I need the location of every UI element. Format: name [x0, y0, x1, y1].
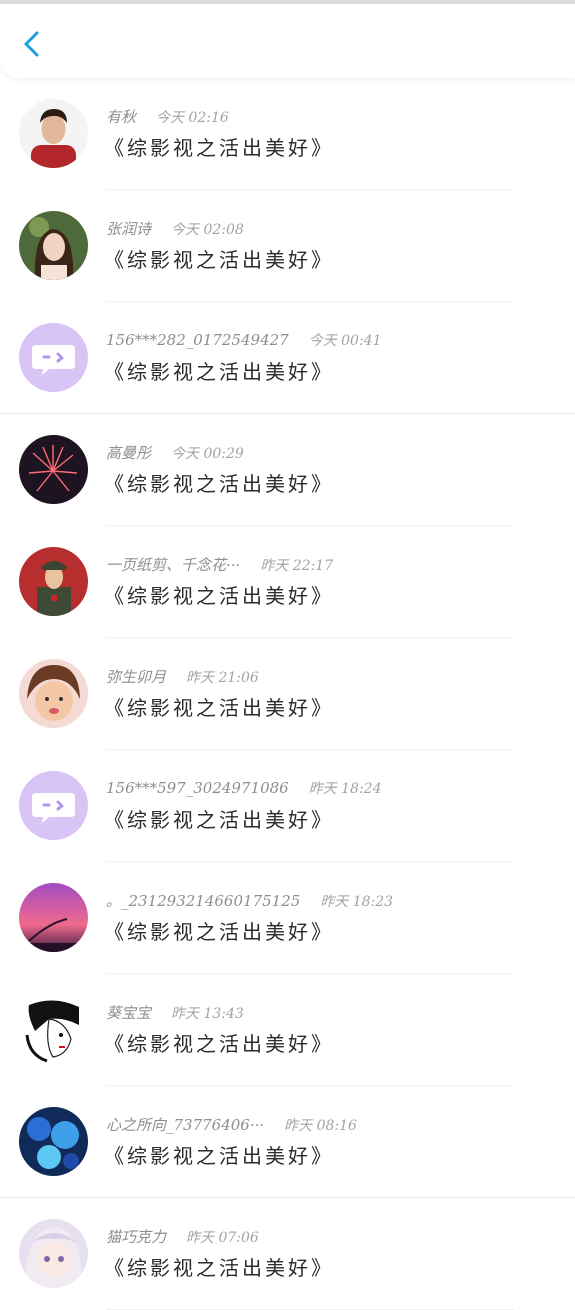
message-text: 《综影视之活出美好》: [104, 808, 334, 832]
message-text: 《综影视之活出美好》: [104, 1144, 334, 1168]
sender-name: 心之所向_73776406···: [106, 1116, 265, 1134]
message-time: 昨天 18:24: [308, 781, 382, 797]
sender-meta: 。_231293214660175125 昨天 18:23: [106, 890, 393, 911]
message-item[interactable]: 张润诗 今天 02:08 《综影视之活出美好》: [0, 190, 575, 302]
message-time: 昨天 13:43: [171, 1006, 244, 1022]
sender-meta: 156***597_3024971086 昨天 18:24: [106, 778, 382, 798]
message-item[interactable]: 葵宝宝 昨天 13:43 《综影视之活出美好》: [0, 974, 575, 1086]
message-item[interactable]: 高曼彤 今天 00:29 《综影视之活出美好》: [0, 414, 575, 526]
message-time: 今天 02:08: [171, 222, 244, 238]
header-bar: [0, 4, 575, 78]
avatar[interactable]: [19, 995, 88, 1064]
message-item[interactable]: 心之所向_73776406··· 昨天 08:16 《综影视之活出美好》: [0, 1086, 575, 1198]
message-item[interactable]: 。_231293214660175125 昨天 18:23 《综影视之活出美好》: [0, 862, 575, 974]
sender-name: 猫巧克力: [106, 1228, 167, 1246]
sender-name: 有秋: [106, 108, 137, 126]
message-time: 昨天 08:16: [284, 1118, 357, 1134]
sender-name: 葵宝宝: [106, 1004, 152, 1022]
message-time: 今天 00:29: [171, 446, 244, 462]
sender-meta: 高曼彤 今天 00:29: [106, 442, 244, 463]
sender-name: 156***597_3024971086: [106, 779, 289, 797]
message-item[interactable]: 一页纸剪、千念花··· 昨天 22:17 《综影视之活出美好》: [0, 526, 575, 638]
avatar[interactable]: [19, 211, 88, 280]
message-time: 昨天 18:23: [320, 894, 394, 910]
message-text: 《综影视之活出美好》: [104, 584, 334, 608]
avatar[interactable]: [19, 1107, 88, 1176]
sender-name: 弥生卯月: [106, 668, 167, 686]
message-text: 《综影视之活出美好》: [104, 1256, 334, 1280]
message-text: 《综影视之活出美好》: [104, 696, 334, 720]
avatar[interactable]: [19, 771, 88, 840]
message-item[interactable]: 156***282_0172549427 今天 00:41 《综影视之活出美好》: [0, 302, 575, 414]
message-time: 今天 02:16: [156, 110, 229, 126]
message-text: 《综影视之活出美好》: [104, 360, 334, 384]
sender-meta: 有秋 今天 02:16: [106, 106, 229, 127]
sender-meta: 心之所向_73776406··· 昨天 08:16: [106, 1114, 357, 1135]
message-time: 昨天 07:06: [186, 1230, 259, 1246]
message-item[interactable]: 弥生卯月 昨天 21:06 《综影视之活出美好》: [0, 638, 575, 750]
message-text: 《综影视之活出美好》: [104, 1032, 334, 1056]
sender-meta: 弥生卯月 昨天 21:06: [106, 666, 259, 687]
sender-name: 一页纸剪、千念花···: [106, 556, 241, 574]
chevron-left-icon: [24, 31, 39, 57]
sender-meta: 猫巧克力 昨天 07:06: [106, 1226, 259, 1247]
sender-name: 高曼彤: [106, 444, 152, 462]
sender-name: 156***282_0172549427: [106, 331, 289, 349]
avatar[interactable]: [19, 883, 88, 952]
sender-meta: 一页纸剪、千念花··· 昨天 22:17: [106, 554, 333, 575]
sender-meta: 156***282_0172549427 今天 00:41: [106, 330, 382, 350]
avatar[interactable]: [19, 1219, 88, 1288]
avatar[interactable]: [19, 435, 88, 504]
message-text: 《综影视之活出美好》: [104, 920, 334, 944]
message-item[interactable]: 156***597_3024971086 昨天 18:24 《综影视之活出美好》: [0, 750, 575, 862]
message-time: 昨天 21:06: [186, 670, 259, 686]
avatar[interactable]: [19, 323, 88, 392]
message-item[interactable]: 猫巧克力 昨天 07:06 《综影视之活出美好》: [0, 1198, 575, 1310]
message-item[interactable]: 有秋 今天 02:16 《综影视之活出美好》: [0, 78, 575, 190]
back-button[interactable]: [16, 28, 48, 60]
avatar[interactable]: [19, 99, 88, 168]
message-time: 昨天 22:17: [260, 558, 334, 574]
message-time: 今天 00:41: [308, 333, 382, 349]
sender-name: 张润诗: [106, 220, 152, 238]
avatar[interactable]: [19, 547, 88, 616]
message-text: 《综影视之活出美好》: [104, 472, 334, 496]
message-text: 《综影视之活出美好》: [104, 136, 334, 160]
sender-meta: 葵宝宝 昨天 13:43: [106, 1002, 244, 1023]
sender-meta: 张润诗 今天 02:08: [106, 218, 244, 239]
sender-name: 。_231293214660175125: [106, 892, 301, 910]
message-text: 《综影视之活出美好》: [104, 248, 334, 272]
message-list: 有秋 今天 02:16 《综影视之活出美好》 张润诗 今天 02:08 《综影视之活出美好…: [0, 78, 575, 1310]
avatar[interactable]: [19, 659, 88, 728]
